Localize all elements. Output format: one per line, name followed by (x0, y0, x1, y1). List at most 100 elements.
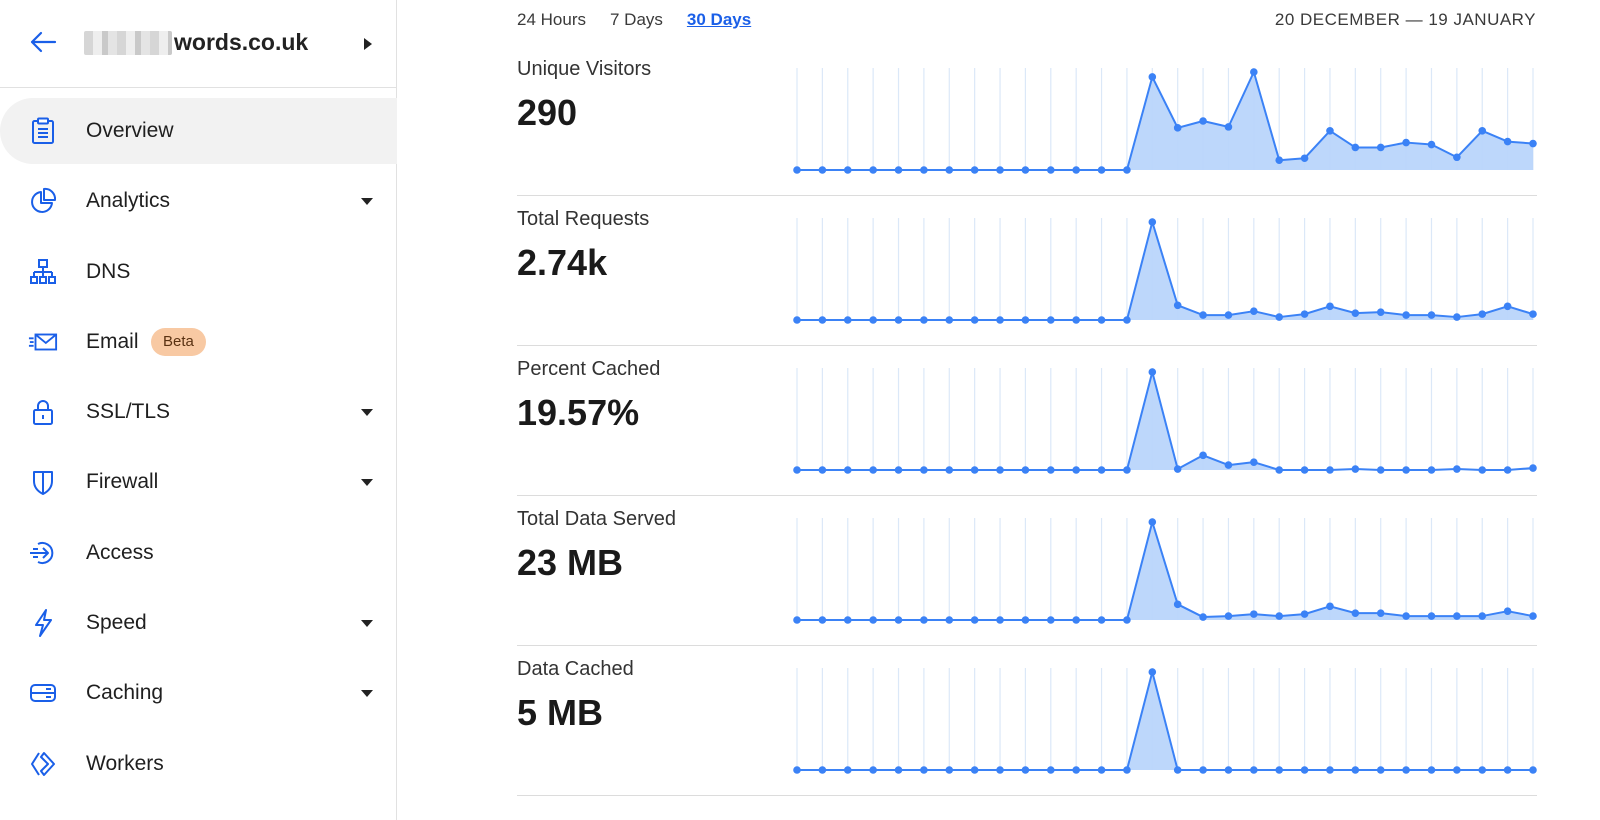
data-point[interactable] (843, 766, 852, 774)
data-point[interactable] (1326, 127, 1334, 135)
site-name[interactable]: words.co.uk (84, 29, 308, 56)
data-point[interactable] (1173, 766, 1182, 774)
data-point[interactable] (793, 766, 801, 774)
sidebar-item-firewall[interactable]: Firewall (0, 449, 397, 515)
data-point[interactable] (1199, 613, 1207, 621)
data-point[interactable] (945, 766, 954, 774)
data-point[interactable] (1021, 616, 1030, 624)
data-point[interactable] (1250, 307, 1258, 315)
data-point[interactable] (1275, 612, 1284, 620)
data-point[interactable] (1503, 137, 1512, 146)
data-point[interactable] (1351, 766, 1360, 774)
data-point[interactable] (1173, 301, 1182, 310)
site-switcher-caret-icon[interactable] (364, 38, 372, 50)
data-point[interactable] (1275, 466, 1284, 474)
data-point[interactable] (1097, 616, 1106, 624)
data-point[interactable] (945, 166, 954, 174)
sparkline-total-requests[interactable] (793, 196, 1537, 346)
data-point[interactable] (1123, 616, 1131, 624)
data-point[interactable] (970, 166, 979, 174)
data-point[interactable] (1376, 308, 1385, 316)
data-point[interactable] (1046, 766, 1055, 774)
data-point[interactable] (1123, 766, 1131, 774)
data-point[interactable] (1453, 612, 1461, 620)
data-point[interactable] (1021, 316, 1030, 324)
data-point[interactable] (1046, 166, 1055, 174)
data-point[interactable] (894, 166, 903, 174)
data-point[interactable] (1046, 316, 1055, 324)
sidebar-item-workers[interactable]: Workers (0, 731, 397, 797)
data-point[interactable] (970, 466, 979, 474)
data-point[interactable] (894, 466, 903, 474)
data-point[interactable] (920, 766, 928, 774)
sparkline-unique-visitors[interactable] (793, 46, 1537, 196)
data-point[interactable] (1402, 766, 1410, 774)
back-arrow-icon[interactable] (28, 28, 58, 56)
data-point[interactable] (894, 316, 903, 324)
data-point[interactable] (1376, 766, 1385, 774)
data-point[interactable] (1300, 466, 1309, 474)
sidebar-item-speed[interactable]: Speed (0, 590, 397, 656)
data-point[interactable] (1478, 766, 1487, 774)
data-point[interactable] (1427, 766, 1436, 774)
data-point[interactable] (1072, 616, 1080, 624)
data-point[interactable] (1224, 612, 1233, 620)
data-point[interactable] (945, 616, 954, 624)
data-point[interactable] (1275, 156, 1284, 164)
sparkline-data-cached[interactable] (793, 646, 1537, 796)
data-point[interactable] (1148, 73, 1157, 81)
data-point[interactable] (996, 466, 1004, 474)
data-point[interactable] (1529, 766, 1537, 774)
data-point[interactable] (1351, 609, 1360, 617)
data-point[interactable] (1503, 607, 1512, 615)
data-point[interactable] (1326, 602, 1334, 611)
data-point[interactable] (1199, 766, 1207, 774)
data-point[interactable] (1250, 610, 1258, 618)
data-point[interactable] (1097, 766, 1106, 774)
data-point[interactable] (1300, 310, 1309, 318)
data-point[interactable] (1173, 124, 1182, 132)
data-point[interactable] (843, 616, 852, 624)
data-point[interactable] (818, 766, 827, 774)
data-point[interactable] (894, 616, 903, 624)
data-point[interactable] (1072, 166, 1080, 174)
data-point[interactable] (970, 616, 979, 624)
data-point[interactable] (1148, 368, 1157, 376)
data-point[interactable] (869, 616, 877, 624)
data-point[interactable] (1173, 600, 1182, 609)
data-point[interactable] (1072, 316, 1080, 324)
data-point[interactable] (945, 316, 954, 324)
data-point[interactable] (1351, 309, 1360, 317)
data-point[interactable] (1326, 766, 1334, 774)
tab-30-days[interactable]: 30 Days (687, 10, 751, 30)
data-point[interactable] (869, 766, 877, 774)
tab-7-days[interactable]: 7 Days (610, 10, 663, 30)
data-point[interactable] (869, 166, 877, 174)
data-point[interactable] (1300, 154, 1309, 163)
sidebar-item-overview[interactable]: Overview (0, 98, 397, 164)
data-point[interactable] (1224, 766, 1233, 774)
data-point[interactable] (1275, 313, 1284, 321)
data-point[interactable] (1529, 612, 1537, 620)
data-point[interactable] (1224, 461, 1233, 469)
sidebar-item-analytics[interactable]: Analytics (0, 168, 397, 234)
data-point[interactable] (1529, 139, 1537, 148)
chevron-down-icon[interactable] (361, 620, 373, 628)
sidebar-item-dns[interactable]: DNS (0, 239, 397, 305)
data-point[interactable] (1453, 465, 1461, 473)
data-point[interactable] (970, 766, 979, 774)
data-point[interactable] (1097, 166, 1106, 174)
data-point[interactable] (1453, 153, 1461, 162)
data-point[interactable] (1376, 143, 1385, 152)
data-point[interactable] (996, 166, 1004, 174)
data-point[interactable] (818, 166, 827, 174)
chevron-down-icon[interactable] (361, 198, 373, 206)
data-point[interactable] (1402, 311, 1410, 319)
data-point[interactable] (1326, 302, 1334, 311)
data-point[interactable] (1351, 143, 1360, 152)
data-point[interactable] (1250, 766, 1258, 774)
data-point[interactable] (843, 466, 852, 474)
data-point[interactable] (1097, 316, 1106, 324)
data-point[interactable] (1427, 140, 1436, 149)
data-point[interactable] (1148, 518, 1157, 526)
